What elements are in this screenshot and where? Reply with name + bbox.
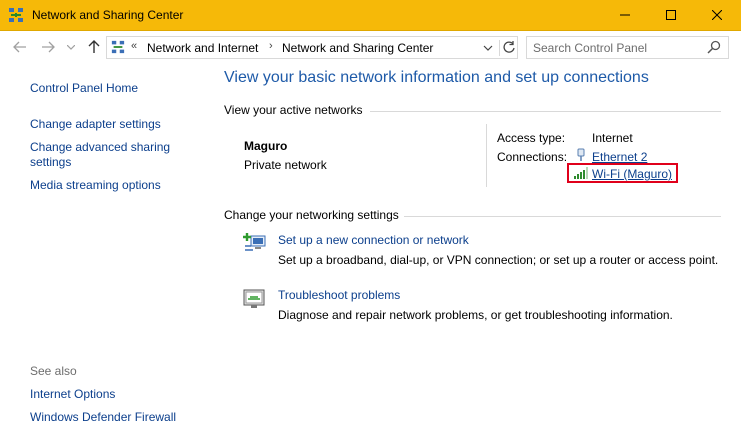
forward-button[interactable] <box>40 39 56 55</box>
control-panel-icon <box>111 40 125 57</box>
setup-new-connection-link[interactable]: Set up a new connection or network <box>278 233 469 247</box>
page-title: View your basic network information and … <box>224 69 649 86</box>
back-arrow-icon <box>13 41 26 53</box>
access-type-value: Internet <box>592 131 633 145</box>
internet-options-link[interactable]: Internet Options <box>30 387 115 402</box>
change-adapter-settings-link[interactable]: Change adapter settings <box>30 117 161 132</box>
close-icon <box>712 10 722 20</box>
window-title: Network and Sharing Center <box>32 8 184 22</box>
minimize-button[interactable] <box>602 0 648 30</box>
search-box[interactable] <box>526 36 729 59</box>
maximize-button[interactable] <box>648 0 694 30</box>
forward-arrow-icon <box>42 41 55 53</box>
chevron-down-icon <box>483 45 493 51</box>
address-bar[interactable]: « Network and Internet › Network and Sha… <box>106 36 518 59</box>
title-bar[interactable]: Network and Sharing Center <box>0 0 741 31</box>
breadcrumb-network-internet[interactable]: Network and Internet <box>147 41 258 55</box>
recent-locations-button[interactable] <box>66 39 76 55</box>
network-category: Private network <box>244 158 327 172</box>
section-divider <box>404 216 721 217</box>
troubleshoot-icon <box>243 289 265 312</box>
breadcrumb-separator[interactable]: › <box>269 40 273 52</box>
troubleshoot-problems-description: Diagnose and repair network problems, or… <box>278 308 673 322</box>
new-connection-icon <box>243 232 267 257</box>
network-center-icon <box>8 7 24 23</box>
search-input[interactable] <box>533 39 703 56</box>
setup-new-connection-description: Set up a broadband, dial-up, or VPN conn… <box>278 253 719 267</box>
media-streaming-options-link[interactable]: Media streaming options <box>30 178 161 193</box>
network-name: Maguro <box>244 139 288 153</box>
change-advanced-sharing-settings-link[interactable]: Change advanced sharing settings <box>30 140 190 170</box>
vertical-divider <box>486 124 487 187</box>
chevron-down-icon <box>67 44 75 50</box>
up-button[interactable] <box>86 39 102 55</box>
connections-label: Connections: <box>497 150 568 164</box>
up-arrow-icon <box>88 40 100 53</box>
control-panel-home-link[interactable]: Control Panel Home <box>30 81 138 96</box>
wifi-highlight-box <box>567 163 678 183</box>
minimize-icon <box>620 14 630 16</box>
ethernet-2-link[interactable]: Ethernet 2 <box>592 150 647 164</box>
breadcrumb-overflow[interactable]: « <box>131 40 137 52</box>
breadcrumb-network-sharing-center[interactable]: Network and Sharing Center <box>282 41 433 55</box>
access-type-label: Access type: <box>497 131 566 145</box>
active-networks-heading: View your active networks <box>224 103 363 117</box>
address-dropdown-button[interactable] <box>483 41 495 55</box>
maximize-icon <box>666 10 676 20</box>
windows-defender-firewall-link[interactable]: Windows Defender Firewall <box>30 410 176 425</box>
change-settings-heading: Change your networking settings <box>224 208 399 222</box>
refresh-button[interactable] <box>499 40 518 56</box>
search-icon[interactable] <box>707 40 721 57</box>
navigation-bar: « Network and Internet › Network and Sha… <box>0 31 741 64</box>
troubleshoot-problems-link[interactable]: Troubleshoot problems <box>278 288 400 302</box>
refresh-icon <box>503 41 515 53</box>
section-divider <box>370 111 721 112</box>
back-button[interactable] <box>12 39 28 55</box>
see-also-label: See also <box>30 364 77 378</box>
close-button[interactable] <box>694 0 740 30</box>
